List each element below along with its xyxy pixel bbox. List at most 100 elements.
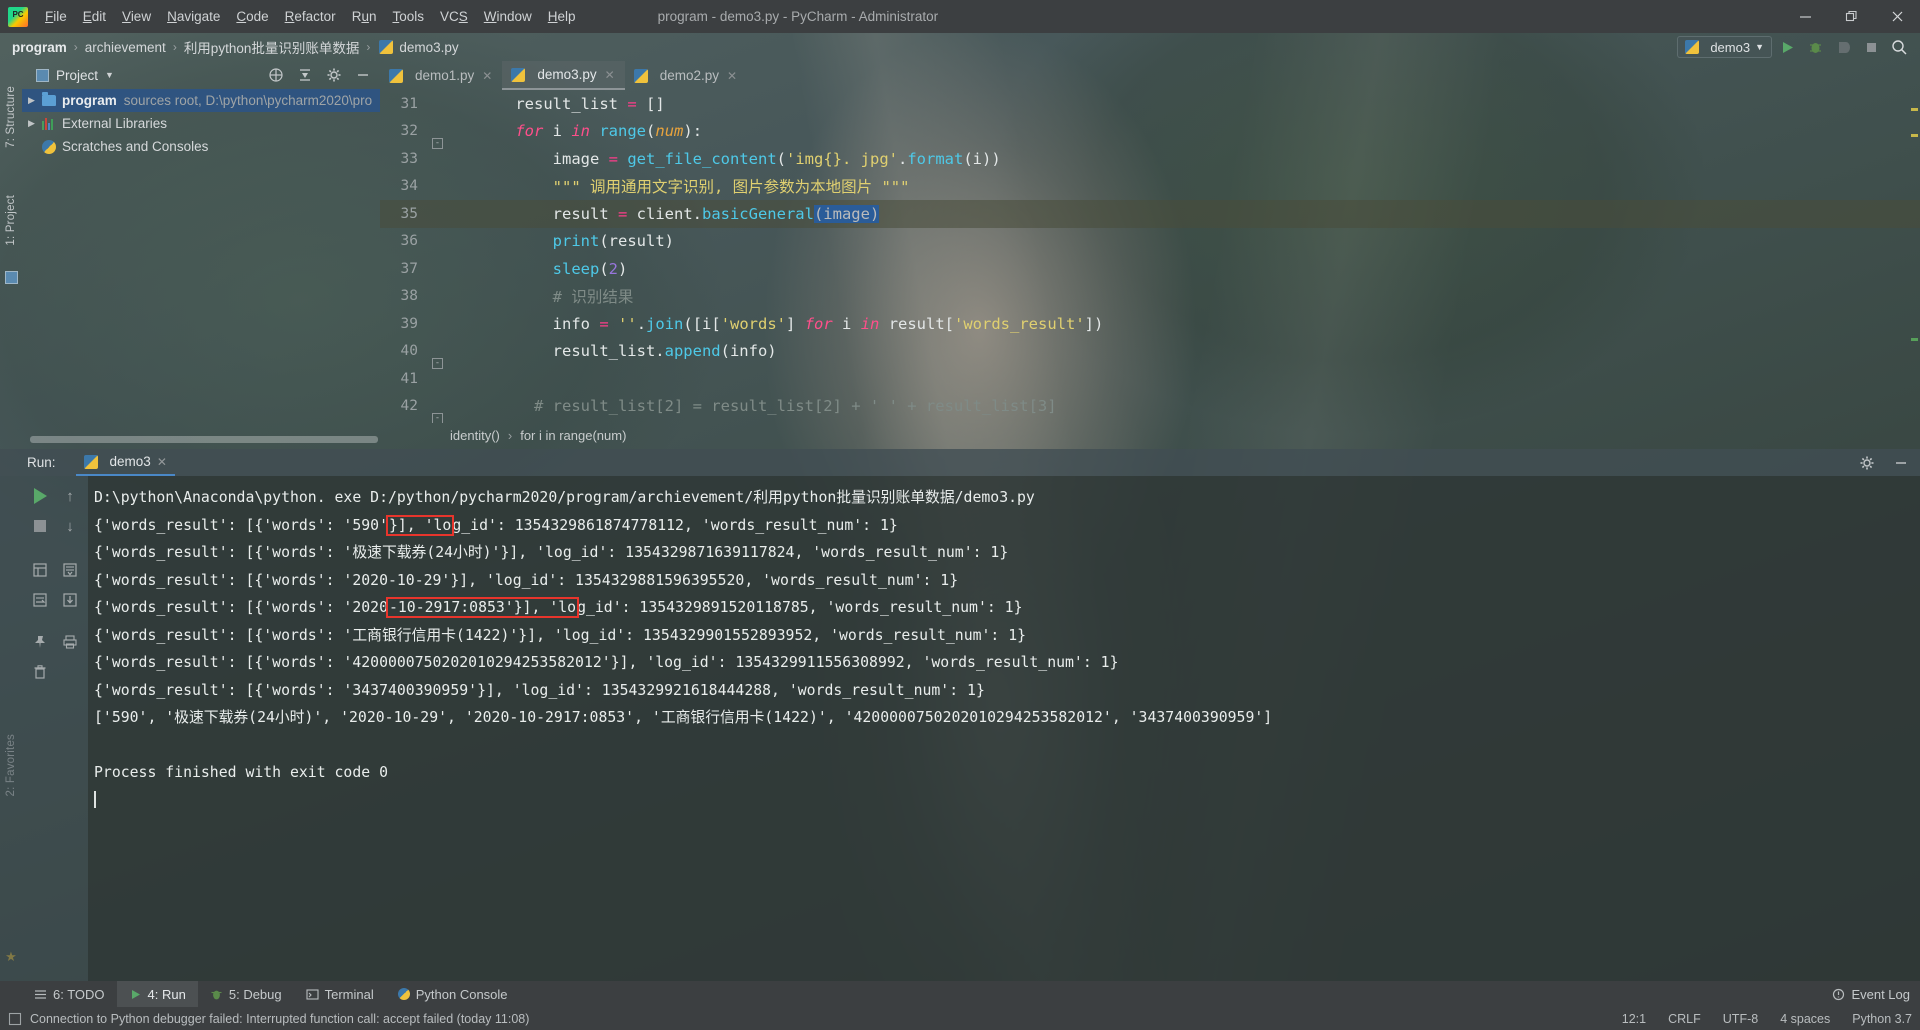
menu-code[interactable]: Code [228,5,276,28]
menu-run[interactable]: Run [344,5,385,28]
code-line[interactable]: 38 # 识别结果 [380,283,1920,311]
coverage-icon[interactable] [1830,35,1856,59]
bottom-tab-terminal[interactable]: Terminal [294,981,386,1007]
indent-setting[interactable]: 4 spaces [1780,1012,1830,1026]
bottom-tab-debug[interactable]: 5: Debug [198,981,294,1007]
soft-wrap-icon[interactable] [25,586,55,614]
project-tree[interactable]: ▶ program sources root, D:\python\pychar… [22,89,380,439]
menu-navigate[interactable]: Navigate [159,5,228,28]
collapse-all-icon[interactable] [263,63,289,87]
editor-breadcrumb-identity[interactable]: identity() [450,428,500,443]
caret-position[interactable]: 12:1 [1622,1012,1646,1026]
debug-icon[interactable] [1802,35,1828,59]
settings-gear-icon[interactable] [321,63,347,87]
editor-tab-demo3py[interactable]: demo3.py ✕ [502,61,624,90]
close-icon[interactable]: ✕ [605,68,615,82]
file-encoding[interactable]: UTF-8 [1723,1012,1758,1026]
print-icon[interactable] [55,628,85,656]
breadcrumb-archievement[interactable]: archievement [85,40,166,55]
close-icon[interactable]: ✕ [482,69,492,83]
menu-refactor[interactable]: Refactor [277,5,344,28]
bottom-tab-run[interactable]: 4: Run [117,981,198,1007]
run-configuration-selector[interactable]: demo3 ▼ [1677,36,1772,58]
breadcrumb-program[interactable]: program [12,40,67,55]
run-console-output[interactable]: D:\python\Anaconda\python. exe D:/python… [88,476,1920,981]
run-icon[interactable] [1774,35,1800,59]
code-line[interactable]: 37 sleep(2) [380,255,1920,283]
project-horizontal-scrollbar[interactable] [30,436,378,443]
menu-edit[interactable]: Edit [75,5,114,28]
bottom-tab-todo[interactable]: 6: TODO [22,981,117,1007]
pin-icon[interactable] [25,628,55,656]
chevron-right-icon[interactable]: ▶ [28,118,42,129]
code-line[interactable]: 32- for i in range(num): [380,118,1920,146]
menu-window[interactable]: Window [476,5,540,28]
menu-view[interactable]: View [114,5,159,28]
breadcrumb-folder-cn[interactable]: 利用python批量识别账单数据 [184,37,360,57]
code-line[interactable]: 35 result = client.basicGeneral(image) [380,200,1920,228]
close-icon[interactable]: ✕ [157,455,167,469]
fold-marker-icon[interactable]: - [432,413,443,423]
run-tab-demo3[interactable]: demo3 ✕ [76,449,175,476]
marker-yellow [1911,134,1918,137]
structure-tool-strip[interactable]: 7: Structure [0,62,22,172]
code-line[interactable]: 36 print(result) [380,228,1920,256]
chevron-down-icon: ▼ [1755,42,1764,52]
expand-icon[interactable] [292,63,318,87]
libraries-icon [42,118,56,130]
code-line[interactable]: 31 result_list = [] [380,90,1920,118]
menu-tools[interactable]: Tools [384,5,432,28]
scroll-to-end-icon[interactable] [55,556,85,584]
tree-item-program[interactable]: ▶ program sources root, D:\python\pychar… [22,89,380,112]
up-arrow-icon[interactable]: ↑ [55,482,85,510]
breadcrumb-demo3py[interactable]: demo3.py [399,40,458,55]
wrap-text-icon[interactable] [25,556,55,584]
close-icon[interactable]: ✕ [727,69,737,83]
down-arrow-icon[interactable]: ↓ [55,512,85,540]
stop-icon[interactable] [1858,35,1884,59]
bottom-tab-label: Terminal [325,987,374,1002]
event-log-button[interactable]: Event Log [1832,987,1910,1002]
code-text: # 识别结果 [452,285,633,307]
menu-help[interactable]: Help [540,5,584,28]
run-header-toolbar [1854,449,1914,476]
code-line[interactable]: 33 image = get_file_content('img{}. jpg'… [380,145,1920,173]
code-line[interactable]: 40- result_list.append(info) [380,338,1920,366]
minimize-icon[interactable] [1782,0,1828,33]
restore-icon[interactable] [1828,0,1874,33]
close-icon[interactable] [1874,0,1920,33]
search-icon[interactable] [1886,35,1912,59]
python-file-icon [379,40,393,54]
code-lines-container[interactable]: 31 result_list = []32- for i in range(nu… [380,90,1920,420]
project-tool-strip[interactable]: 1: Project [0,175,22,265]
chevron-down-icon[interactable]: ▼ [105,70,114,80]
tree-item-external-libraries[interactable]: ▶ External Libraries [22,112,380,135]
code-line[interactable]: 39 info = ''.join([i['words'] for i in r… [380,310,1920,338]
settings-gear-icon[interactable] [1854,451,1880,475]
editor-tab-demo1py[interactable]: demo1.py ✕ [380,61,502,90]
code-line[interactable]: 41 [380,365,1920,393]
line-separator[interactable]: CRLF [1668,1012,1701,1026]
console-text: g_id': 1354329861874778112, 'words_resul… [452,517,897,534]
rerun-icon[interactable] [25,482,55,510]
hide-icon[interactable] [350,63,376,87]
trash-icon[interactable] [25,658,55,686]
menu-vcs[interactable]: VCS [432,5,476,28]
code-editor[interactable]: 31 result_list = []32- for i in range(nu… [380,90,1920,423]
menu-file[interactable]: FFileile [37,5,75,28]
line-number: 41 [380,371,424,387]
editor-breadcrumb-for-loop[interactable]: for i in range(num) [520,428,626,443]
bottom-tab-python-console[interactable]: Python Console [386,981,520,1007]
code-line[interactable]: 42- # result_list[2] = result_list[2] + … [380,393,1920,421]
chevron-right-icon[interactable]: ▶ [28,95,42,106]
code-line[interactable]: 34 """ 调用通用文字识别, 图片参数为本地图片 """ [380,173,1920,201]
python-interpreter[interactable]: Python 3.7 [1852,1012,1912,1026]
download-icon[interactable] [55,586,85,614]
python-console-icon [398,988,410,1000]
hide-icon[interactable] [1888,451,1914,475]
stop-icon[interactable] [25,512,55,540]
console-caret-line[interactable] [94,787,1920,815]
tree-item-scratches[interactable]: Scratches and Consoles [22,135,380,158]
editor-marker-gutter[interactable] [1908,90,1920,423]
editor-tab-demo2py[interactable]: demo2.py ✕ [625,61,747,90]
